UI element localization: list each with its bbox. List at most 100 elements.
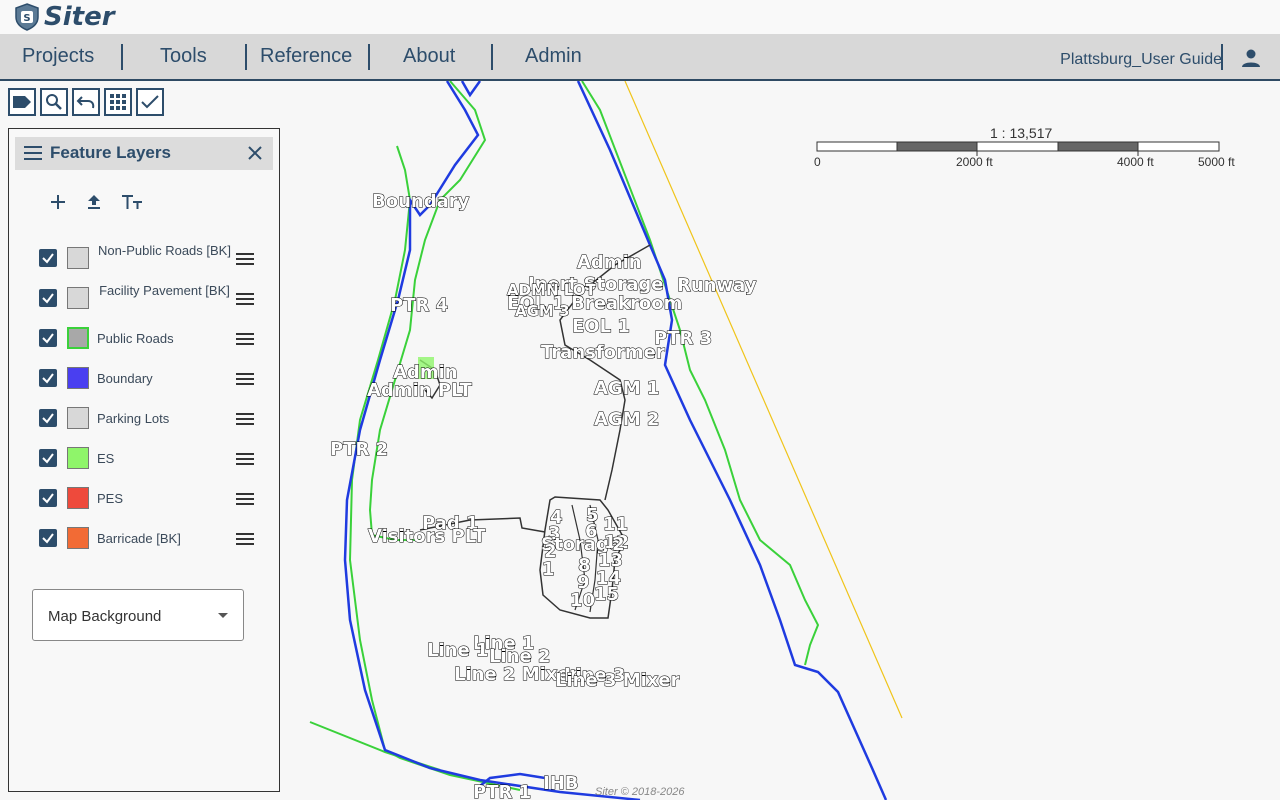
undo-button[interactable] [72, 88, 100, 116]
drag-handle-icon[interactable] [236, 412, 254, 426]
drag-handle-icon[interactable] [236, 252, 254, 266]
text-size-icon[interactable] [121, 193, 143, 211]
layer-checkbox[interactable] [39, 249, 57, 267]
layer-row-parking-lots[interactable]: Parking Lots [39, 403, 254, 435]
nav-projects[interactable]: Projects [22, 45, 94, 68]
layer-checkbox[interactable] [39, 409, 57, 427]
check-icon [141, 95, 159, 109]
map-label[interactable]: Runway [677, 275, 758, 297]
map-label[interactable]: 15 [594, 584, 620, 606]
nav-admin[interactable]: Admin [525, 45, 582, 68]
map-label[interactable]: 10 [570, 590, 596, 612]
grid-button[interactable] [104, 88, 132, 116]
layer-swatch [67, 447, 89, 469]
main-nav: Projects Tools Reference About Admin Pla… [0, 34, 1280, 81]
layer-row-pes[interactable]: PES [39, 483, 254, 515]
layer-label: Facility Pavement [BK] [99, 283, 230, 298]
layer-label: PES [97, 491, 124, 506]
app-header: S Siter [0, 0, 1280, 34]
layer-checkbox[interactable] [39, 329, 57, 347]
drag-handle-icon[interactable] [236, 292, 254, 306]
public-road [348, 145, 521, 791]
drag-handle-icon[interactable] [236, 492, 254, 506]
layer-checkbox[interactable] [39, 289, 57, 307]
scale-label: 2000 ft [956, 155, 993, 169]
menu-icon[interactable] [24, 145, 42, 161]
drag-handle-icon[interactable] [236, 332, 254, 346]
map-label[interactable]: Admin [577, 252, 643, 274]
map-label[interactable]: PTR 4 [390, 295, 449, 317]
drag-handle-icon[interactable] [236, 372, 254, 386]
map-toolbar [8, 88, 164, 116]
layer-label: Public Roads [97, 331, 174, 346]
map-label[interactable]: PTR 1 [473, 782, 532, 800]
drag-handle-icon[interactable] [236, 532, 254, 546]
map-labels: Boundary Admin Inert Storage Runway ADMN… [330, 191, 758, 800]
map-label[interactable]: IHB [543, 773, 579, 795]
nav-divider [245, 44, 247, 70]
nav-about[interactable]: About [403, 45, 455, 68]
check-icon [42, 373, 54, 384]
map-label[interactable]: Line 1 [427, 640, 489, 662]
add-icon[interactable] [49, 193, 67, 211]
undo-icon [76, 96, 95, 109]
app-name: Siter [44, 2, 115, 32]
upload-icon[interactable] [85, 193, 103, 211]
layer-row-es[interactable]: ES [39, 443, 254, 475]
layer-checkbox[interactable] [39, 529, 57, 547]
layer-checkbox[interactable] [39, 489, 57, 507]
scale-label: 4000 ft [1117, 155, 1154, 169]
app-logo[interactable]: S Siter [14, 2, 115, 32]
map-label[interactable]: Transformer [541, 342, 666, 364]
map-label[interactable]: 1 [542, 559, 556, 581]
layer-swatch [67, 247, 89, 269]
layer-label: Boundary [97, 371, 153, 386]
map-label[interactable]: Line 3 Mixer [555, 670, 681, 692]
feature-layers-panel: Feature Layers Non-Public Roads [BK] Fac… [8, 128, 280, 792]
nav-tools[interactable]: Tools [160, 45, 207, 68]
user-guide-link[interactable]: Plattsburg_User Guide [1060, 51, 1222, 69]
layer-swatch [67, 327, 89, 349]
user-icon[interactable] [1240, 47, 1262, 69]
search-button[interactable] [40, 88, 68, 116]
nav-reference[interactable]: Reference [260, 45, 352, 68]
check-icon [42, 493, 54, 504]
check-icon [42, 333, 54, 344]
map-label[interactable]: AGM 3 [515, 302, 571, 321]
scale-bar-graphic [816, 141, 1220, 156]
runway-line [624, 81, 903, 719]
map-label[interactable]: EOL 1 [572, 316, 631, 338]
layer-checkbox[interactable] [39, 369, 57, 387]
layer-row-facility-pavement[interactable]: Facility Pavement [BK] [39, 283, 254, 315]
drag-handle-icon[interactable] [236, 452, 254, 466]
map-label[interactable]: Admin PLT [367, 380, 474, 402]
layer-label: Parking Lots [97, 411, 170, 426]
check-icon [42, 453, 54, 464]
scale-label: 0 [814, 155, 821, 169]
layer-row-boundary[interactable]: Boundary [39, 363, 254, 395]
map-background-select[interactable]: Map Background [32, 589, 244, 641]
check-icon [42, 533, 54, 544]
close-icon[interactable] [247, 145, 263, 161]
map-label[interactable]: Boundary [372, 191, 471, 213]
layer-row-barricade[interactable]: Barricade [BK] [39, 523, 254, 555]
check-icon [42, 413, 54, 424]
map-background-value: Map Background [48, 608, 162, 625]
panel-title: Feature Layers [50, 143, 171, 162]
layer-checkbox[interactable] [39, 449, 57, 467]
map-label[interactable]: AGM 1 [594, 378, 660, 400]
nav-divider [121, 44, 123, 70]
layer-swatch [67, 407, 89, 429]
map-label[interactable]: Visitors PLT [368, 526, 487, 548]
layer-row-non-public-roads[interactable]: Non-Public Roads [BK] [39, 243, 254, 275]
map-label[interactable]: PTR 2 [330, 439, 389, 461]
panel-tools [49, 193, 143, 211]
site-boundary [460, 81, 482, 98]
layer-label: ES [97, 451, 115, 466]
map-label[interactable]: AGM 2 [594, 409, 660, 431]
layer-row-public-roads[interactable]: Public Roads [39, 323, 254, 355]
site-boundary [343, 81, 641, 800]
check-button[interactable] [136, 88, 164, 116]
label-button[interactable] [8, 88, 36, 116]
layer-swatch [67, 287, 89, 309]
